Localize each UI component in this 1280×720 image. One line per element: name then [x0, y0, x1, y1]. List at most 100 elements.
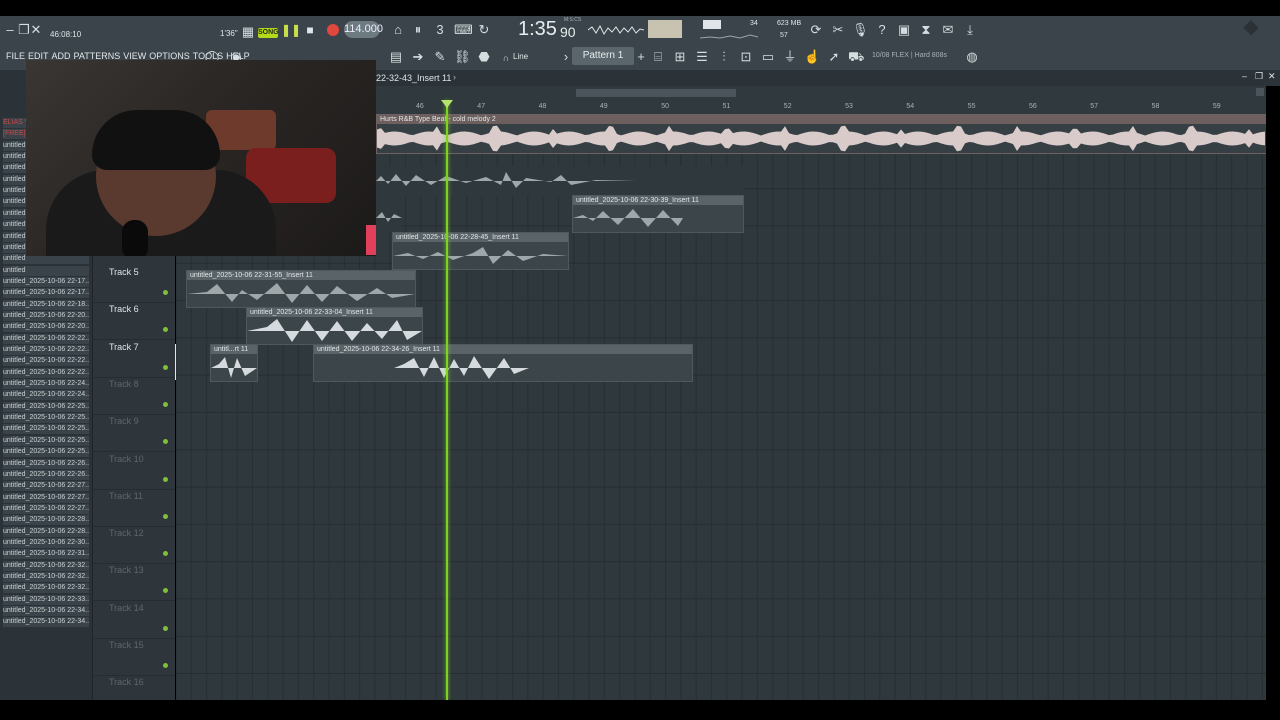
- track-mute-led[interactable]: [163, 364, 168, 370]
- browser-item[interactable]: untitled_2025-10-06 22-27..: [3, 503, 89, 515]
- browser-item[interactable]: untitled_2025-10-06 22-28..: [3, 526, 89, 538]
- drum-icon[interactable]: ▦: [240, 24, 256, 40]
- globe-icon[interactable]: ◍: [964, 49, 980, 65]
- pointer-icon[interactable]: ➚: [826, 49, 842, 65]
- browser-item[interactable]: untitled_2025-10-06 22-26..: [3, 458, 89, 470]
- browser-item[interactable]: untitled: [3, 265, 89, 277]
- menu-file[interactable]: FILE: [6, 51, 25, 61]
- track-header[interactable]: Track 14: [93, 601, 175, 639]
- mixer-icon[interactable]: ⧗: [918, 22, 934, 38]
- browser-item[interactable]: untitled_2025-10-06 22-22..: [3, 333, 89, 345]
- restore-icon[interactable]: ❐: [1255, 71, 1263, 82]
- browser-item[interactable]: untitled_2025-10-06 22-20..: [3, 322, 89, 334]
- browser-item[interactable]: untitled_2025-10-06 22-27..: [3, 481, 89, 493]
- audio-clip-22-31-55[interactable]: untitled_2025-10-06 22-31-55_Insert 11: [186, 270, 416, 308]
- metronome-icon[interactable]: ⌂: [390, 22, 406, 38]
- chevron-right-icon[interactable]: ›: [453, 72, 456, 82]
- snap-select[interactable]: Line: [513, 52, 528, 61]
- browser-item[interactable]: untitled_2025-10-06 22-34..: [3, 606, 89, 618]
- cut-icon[interactable]: ✂: [830, 22, 846, 38]
- stamp-icon[interactable]: ⬣: [476, 49, 492, 65]
- track-header[interactable]: Track 10: [93, 452, 175, 490]
- browser-item[interactable]: untitled_2025-10-06 22-27..: [3, 492, 89, 504]
- browser-item[interactable]: untitled_2025-10-06 22-30..: [3, 537, 89, 549]
- mixer-view-icon[interactable]: ⫶: [716, 49, 732, 65]
- save-icon[interactable]: ▣: [896, 22, 912, 38]
- channel-rack-icon[interactable]: ☰: [694, 49, 710, 65]
- track-mute-led[interactable]: [163, 401, 168, 407]
- track-mute-led[interactable]: [163, 588, 168, 594]
- loop-record-icon[interactable]: ↻: [476, 22, 492, 38]
- song-mode-button[interactable]: SONG: [258, 28, 279, 38]
- plugin-icon[interactable]: ⊡: [738, 49, 754, 65]
- step-edit-icon[interactable]: ⌨: [454, 22, 473, 38]
- file-icon[interactable]: ▭: [760, 49, 776, 65]
- track-header[interactable]: Track 15: [93, 638, 175, 676]
- track-mute-led[interactable]: [163, 663, 168, 668]
- close-icon[interactable]: ✕: [28, 22, 44, 38]
- browser-item[interactable]: untitled_2025-10-06 22-32..: [3, 572, 89, 583]
- timeline-ruler[interactable]: 46 47 48 49 50 51 52 53 54 55 56 57 58 59: [376, 86, 1266, 114]
- browser-item[interactable]: untitled_2025-10-06 22-17..: [3, 276, 89, 288]
- browser-item[interactable]: untitled_2025-10-06 22-34..: [3, 617, 89, 629]
- browser-item[interactable]: untitled_2025-10-06 22-24..: [3, 390, 89, 402]
- track-header[interactable]: Track 7: [93, 340, 175, 378]
- track-header[interactable]: Track 5: [93, 265, 175, 303]
- audio-clip-edge[interactable]: [376, 196, 402, 231]
- stop-button[interactable]: ■: [301, 21, 319, 39]
- audio-clip-22-34-26[interactable]: untitled_2025-10-06 22-34-26_Insert 11: [313, 344, 693, 382]
- playlist-icon[interactable]: ▤: [388, 49, 404, 65]
- browser-item[interactable]: untitled_2025-10-06 22-33..: [3, 594, 89, 606]
- add-pattern-icon[interactable]: +: [633, 49, 649, 65]
- track-header[interactable]: Track 8: [93, 377, 175, 415]
- touch-icon[interactable]: ☝: [804, 49, 820, 65]
- pencil-icon[interactable]: ✎: [432, 49, 448, 65]
- track-header[interactable]: Track 6: [93, 302, 175, 341]
- track-mute-led[interactable]: [163, 513, 168, 519]
- browser-item[interactable]: untitled_2025-10-06 22-31..: [3, 549, 89, 561]
- browser-item[interactable]: untitled_2025-10-06 22-25..: [3, 435, 89, 447]
- browser-item[interactable]: untitled_2025-10-06 22-26..: [3, 469, 89, 481]
- piano-roll-icon[interactable]: ⊞: [672, 49, 688, 65]
- audio-clip-vocal[interactable]: [376, 166, 744, 196]
- track-mute-led[interactable]: [163, 476, 168, 482]
- microphone-icon[interactable]: 🎙: [852, 22, 869, 38]
- audio-clip-22-28-45[interactable]: untitled_2025-10-06 22-28-45_Insert 11: [392, 232, 569, 270]
- track-header[interactable]: Track 9: [93, 414, 175, 453]
- audio-clip-22-33-04[interactable]: untitled_2025-10-06 22-33-04_Insert 11: [246, 307, 423, 345]
- browser-item[interactable]: untitled_2025-10-06 22-25..: [3, 447, 89, 459]
- browser-item[interactable]: untitled_2025-10-06 22-32..: [3, 560, 89, 572]
- pause-button[interactable]: ❚❚: [281, 21, 301, 39]
- audio-clip-22-30-39[interactable]: untitled_2025-10-06 22-30-39_Insert 11: [572, 195, 744, 233]
- browser-item[interactable]: untitled_2025-10-06 22-18..: [3, 299, 89, 311]
- pattern-selector[interactable]: Pattern 1: [572, 47, 634, 65]
- chat-icon[interactable]: ✉: [940, 22, 956, 38]
- playhead[interactable]: [446, 100, 448, 700]
- wait-input-icon[interactable]: ⏸: [410, 22, 426, 38]
- download-icon[interactable]: ⤓: [962, 22, 978, 38]
- scroll-right-button[interactable]: [1256, 88, 1264, 96]
- refresh-icon[interactable]: ⟳: [808, 22, 824, 38]
- browser-item[interactable]: untitled_2025-10-06 22-28..: [3, 515, 89, 527]
- record-pattern-icon[interactable]: ⌸: [650, 49, 666, 65]
- audio-clip-melody[interactable]: Hurts R&B Type Beat - cold melody 2: [376, 114, 1266, 154]
- browser-item[interactable]: untitled_2025-10-06 22-22..: [3, 356, 89, 368]
- track-header[interactable]: Track 13: [93, 563, 175, 602]
- track-mute-led[interactable]: [163, 551, 168, 557]
- track-mute-led[interactable]: [163, 290, 168, 295]
- playlist-scrollbar[interactable]: [576, 89, 736, 97]
- browser-item[interactable]: untitled_2025-10-06 22-22..: [3, 367, 89, 379]
- track-header[interactable]: Track 12: [93, 526, 175, 565]
- countdown-icon[interactable]: 3: [432, 22, 448, 38]
- close-icon[interactable]: ✕: [1268, 71, 1276, 82]
- tempo-display[interactable]: 114.000: [344, 21, 383, 38]
- track-mute-led[interactable]: [163, 327, 168, 333]
- link-icon[interactable]: ⛓: [454, 49, 471, 65]
- song-time[interactable]: 1:35: [518, 18, 557, 41]
- track-mute-led[interactable]: [163, 625, 168, 631]
- record-button[interactable]: [327, 24, 339, 36]
- playhead-marker[interactable]: [441, 100, 453, 108]
- help-icon[interactable]: ?: [874, 22, 890, 38]
- browser-item[interactable]: untitled_2025-10-06 22-25..: [3, 424, 89, 436]
- minimize-icon[interactable]: –: [1242, 71, 1247, 81]
